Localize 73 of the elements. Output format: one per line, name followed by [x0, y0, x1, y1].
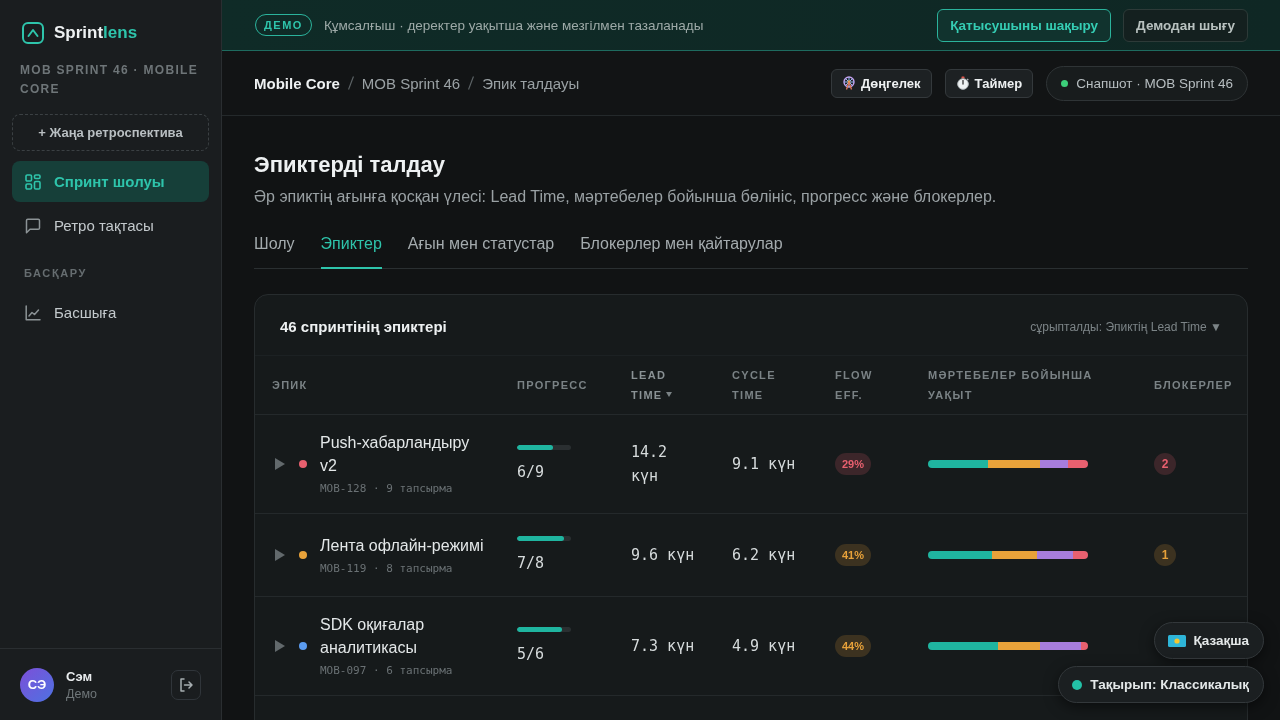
progress-count: 5/6 — [517, 643, 545, 665]
wheel-button[interactable]: Дөңгелек — [831, 68, 932, 98]
status-dot-icon — [1061, 79, 1069, 87]
timer-button[interactable]: Таймер — [944, 68, 1034, 98]
slash-separator-icon — [347, 76, 354, 90]
logout-icon — [179, 677, 193, 692]
snapshot-pill[interactable]: Снапшот · MOB Sprint 46 — [1046, 65, 1248, 101]
card-title: 46 спринтінің эпиктері — [280, 317, 447, 337]
column-header: ПРОГРЕСС — [517, 379, 588, 391]
new-retro-button[interactable]: + Жаңа ретроспектива — [12, 114, 209, 151]
column-header: LEAD TIME — [631, 369, 667, 401]
column-header: ЭПИК — [272, 379, 308, 391]
lead-time: 9.6 күн — [631, 545, 696, 566]
invite-button[interactable]: Қатысушыны шақыру — [937, 8, 1112, 42]
stopwatch-icon — [955, 76, 970, 90]
cycle-time: 9.1 күн — [732, 454, 797, 475]
epic-title[interactable]: Push-хабарландыру v2 — [320, 431, 487, 477]
user-role: Демо — [66, 686, 98, 701]
column-header: FLOW EFF. — [835, 369, 873, 401]
flow-efficiency-tag: 41% — [835, 544, 872, 566]
logout-button[interactable] — [171, 669, 201, 700]
exit-demo-button[interactable]: Демодан шығу — [1123, 8, 1248, 42]
flag-icon — [1167, 634, 1186, 647]
cycle-time: 4.9 күн — [732, 636, 797, 657]
blocker-count: 1 — [1154, 544, 1176, 566]
column-header: БЛОКЕРЛЕР — [1154, 379, 1233, 391]
ferris-wheel-icon — [842, 76, 857, 90]
chat-bubble-icon — [25, 217, 41, 234]
flow-efficiency-tag: 44% — [835, 635, 872, 657]
tab[interactable]: Ағын мен статустар — [407, 234, 555, 269]
epic-title[interactable]: Лента офлайн-режимі — [320, 533, 484, 557]
caret-icon[interactable] — [275, 549, 285, 561]
lead-time: 7.3 күн — [631, 636, 696, 657]
caret-icon[interactable] — [275, 640, 285, 652]
lead-time: 14.2 күн — [631, 442, 669, 487]
breadcrumb-link[interactable]: MOB Sprint 46 — [361, 74, 461, 92]
breadcrumb-link[interactable]: Mobile Core — [254, 74, 340, 92]
tab[interactable]: Эпиктер — [320, 234, 382, 269]
nav-item[interactable]: Басшыға — [12, 292, 209, 333]
page-subtitle: Әр эпиктің ағынға қосқан үлесі: Lead Time, мәртебелер бойынша бөлініс, прогресс және блокерлер. — [254, 187, 998, 207]
sort-dropdown[interactable]: сұрыпталды: Эпиктің Lead Time ▼ — [1030, 320, 1222, 334]
flow-efficiency-tag: 29% — [835, 453, 872, 475]
column-header: CYCLE TIME — [732, 369, 776, 401]
progress-count: 6/9 — [517, 461, 545, 483]
epic-meta: MOB-097 · 6 тапсырма — [320, 663, 454, 679]
theme-dot-icon — [1072, 679, 1083, 690]
epic-title[interactable]: SDK оқиғалар аналитикасы — [320, 613, 487, 659]
breadcrumb-link[interactable]: Эпик талдауы — [482, 74, 580, 92]
section-label: БАСҚАРУ — [24, 267, 88, 279]
page-title: Эпиктерді талдау — [254, 151, 446, 179]
sort-caret-icon — [666, 392, 673, 398]
epic-meta: MOB-128 · 9 тапсырма — [320, 481, 454, 497]
user-name: Сэм — [66, 668, 93, 684]
language-button[interactable]: Қазақша — [1153, 622, 1264, 659]
caret-icon[interactable] — [275, 458, 285, 470]
tab[interactable]: Блокерлер мен қайтарулар — [580, 234, 783, 269]
nav-item[interactable]: Спринт шолуы — [12, 161, 209, 202]
workspace-label: MOB SPRINT 46 · MOBILE CORE — [20, 62, 199, 98]
avatar: СЭ — [20, 667, 54, 702]
grid-icon — [25, 173, 41, 190]
progress-count: 7/8 — [517, 552, 545, 574]
cycle-time: 6.2 күн — [732, 545, 797, 566]
logo-icon — [22, 22, 44, 44]
tab[interactable]: Шолу — [254, 234, 295, 269]
line-chart-icon — [25, 304, 41, 321]
nav-item[interactable]: Ретро тақтасы — [12, 205, 209, 246]
theme-button[interactable]: Тақырып: Классикалық — [1058, 666, 1264, 703]
banner-message: Құмсалғыш · деректер уақытша және мезгілмен тазаланады — [323, 17, 705, 33]
logo-text: Sprintlens — [54, 23, 138, 43]
blocker-count: 2 — [1154, 453, 1176, 475]
slash-separator-icon — [468, 76, 475, 90]
column-header: МӘРТЕБЕЛЕР БОЙЫНША УАҚЫТ — [928, 369, 1093, 401]
epic-meta: MOB-119 · 8 тапсырма — [320, 560, 454, 577]
